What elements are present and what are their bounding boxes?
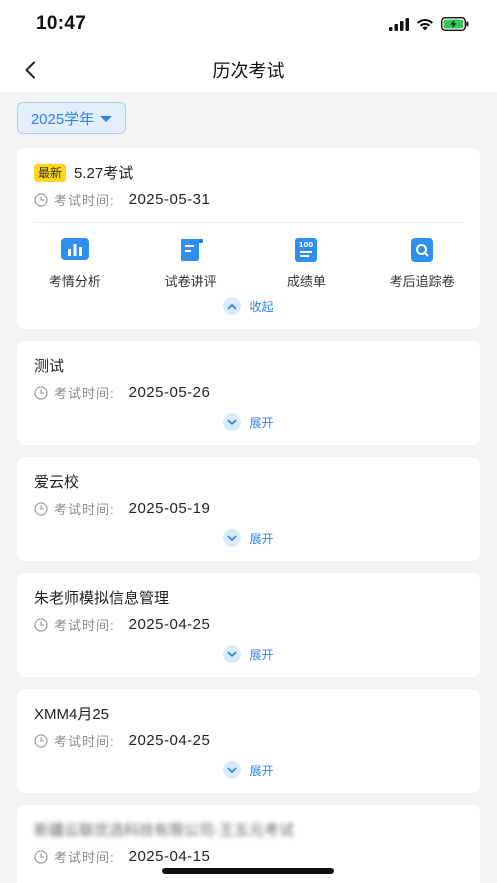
year-filter-dropdown[interactable]: 2025学年 xyxy=(17,102,126,134)
expand-label: 展开 xyxy=(249,531,274,546)
exam-time-row: 考试时间: 2025-04-15 xyxy=(34,847,210,866)
action-scores-label: 成绩单 xyxy=(286,274,326,289)
paper-scroll-icon xyxy=(180,239,203,261)
exam-date: 2025-05-26 xyxy=(128,384,211,401)
back-button[interactable] xyxy=(14,54,46,86)
exam-title-row: 最新 5.27考试 xyxy=(34,162,133,183)
exam-title-row: XMM4月25 xyxy=(34,703,109,724)
expand-toggle[interactable]: 展开 xyxy=(17,529,480,547)
clock-icon xyxy=(34,617,48,632)
exam-title: 爱云校 xyxy=(34,474,80,491)
chevron-down-icon xyxy=(223,761,242,779)
exam-time-row: 考试时间: 2025-05-19 xyxy=(34,499,210,518)
action-scores-button[interactable]: 100 成绩单 xyxy=(249,238,365,290)
exam-title: XMM4月25 xyxy=(34,706,110,723)
expand-label: 展开 xyxy=(249,763,274,778)
action-tracking-button[interactable]: 考后追踪卷 xyxy=(364,238,480,290)
status-bar: 10:47 xyxy=(0,0,497,48)
action-review-label: 试卷讲评 xyxy=(164,274,217,289)
chevron-down-icon xyxy=(223,413,242,431)
status-icons xyxy=(389,17,469,31)
svg-text:100: 100 xyxy=(299,241,314,249)
exam-date: 2025-04-25 xyxy=(128,616,211,633)
divider xyxy=(34,222,463,223)
exam-actions: 考情分析 试卷讲评 100 成绩单 考后追踪卷 xyxy=(17,238,480,290)
navigation-bar: 历次考试 xyxy=(0,48,497,92)
status-time: 10:47 xyxy=(36,13,87,34)
clock-icon xyxy=(34,385,48,400)
battery-icon xyxy=(441,17,469,31)
expand-label: 展开 xyxy=(249,415,274,430)
exam-title-row: 爱云校 xyxy=(34,471,79,492)
exam-time-label: 考试时间: xyxy=(54,850,115,865)
exam-date: 2025-04-15 xyxy=(128,848,211,865)
exam-time-label: 考试时间: xyxy=(54,193,115,208)
action-review-button[interactable]: 试卷讲评 xyxy=(133,238,249,290)
search-doc-icon xyxy=(411,238,434,262)
signal-icon xyxy=(389,17,409,31)
exam-card[interactable]: XMM4月25 考试时间: 2025-04-25 展开 xyxy=(17,689,480,793)
clock-icon xyxy=(34,733,48,748)
score-report-icon: 100 xyxy=(295,238,318,262)
bar-chart-icon xyxy=(60,238,89,260)
expand-toggle[interactable]: 展开 xyxy=(17,413,480,431)
exam-card[interactable]: 测试 考试时间: 2025-05-26 展开 xyxy=(17,341,480,445)
wifi-icon xyxy=(417,18,433,30)
exam-date: 2025-05-19 xyxy=(128,500,211,517)
collapse-toggle[interactable]: 收起 xyxy=(17,297,480,315)
exam-card[interactable]: 最新 5.27考试 考试时间: 2025-05-31 考情分析 试卷讲评 100… xyxy=(17,148,480,329)
chevron-up-icon xyxy=(223,297,242,315)
exam-time-label: 考试时间: xyxy=(54,618,115,633)
exam-title-row: 测试 xyxy=(34,355,64,376)
page-title: 历次考试 xyxy=(212,61,285,81)
exam-title: 测试 xyxy=(34,358,65,375)
exam-time-row: 考试时间: 2025-04-25 xyxy=(34,731,210,750)
exam-time-label: 考试时间: xyxy=(54,734,115,749)
chevron-down-icon xyxy=(223,529,242,547)
chevron-down-icon xyxy=(223,645,242,663)
collapse-label: 收起 xyxy=(249,299,274,314)
exam-title: 5.27考试 xyxy=(74,165,134,182)
exam-title: 朱老师模拟信息管理 xyxy=(34,590,170,607)
exam-card[interactable]: 爱云校 考试时间: 2025-05-19 展开 xyxy=(17,457,480,561)
clock-icon xyxy=(34,501,48,516)
year-filter-label: 2025学年 xyxy=(30,110,95,128)
action-tracking-label: 考后追踪卷 xyxy=(389,274,455,289)
action-analysis-button[interactable]: 考情分析 xyxy=(17,238,133,290)
clock-icon xyxy=(34,192,48,207)
exam-time-row: 考试时间: 2025-05-31 xyxy=(34,190,210,209)
exam-title-row: 新疆云联优选科技有限公司-王五元考试 xyxy=(34,819,294,840)
exam-time-label: 考试时间: xyxy=(54,502,115,517)
expand-toggle[interactable]: 展开 xyxy=(17,761,480,779)
caret-down-icon xyxy=(100,116,113,122)
exam-date: 2025-04-25 xyxy=(128,732,211,749)
exam-card[interactable]: 朱老师模拟信息管理 考试时间: 2025-04-25 展开 xyxy=(17,573,480,677)
exam-time-label: 考试时间: xyxy=(54,386,115,401)
expand-label: 展开 xyxy=(249,647,274,662)
exam-title: 新疆云联优选科技有限公司-王五元考试 xyxy=(34,822,294,839)
exam-title-row: 朱老师模拟信息管理 xyxy=(34,587,169,608)
latest-badge: 最新 xyxy=(34,163,67,182)
expand-toggle[interactable]: 展开 xyxy=(17,645,480,663)
chevron-left-icon xyxy=(25,61,35,79)
exam-date: 2025-05-31 xyxy=(128,191,211,208)
clock-icon xyxy=(34,849,48,864)
exam-time-row: 考试时间: 2025-05-26 xyxy=(34,383,210,402)
action-analysis-label: 考情分析 xyxy=(48,274,101,289)
exam-list-area: 2025学年 最新 5.27考试 考试时间: 2025-05-31 考情分析 试… xyxy=(0,92,497,883)
home-indicator xyxy=(162,868,334,874)
exam-time-row: 考试时间: 2025-04-25 xyxy=(34,615,210,634)
